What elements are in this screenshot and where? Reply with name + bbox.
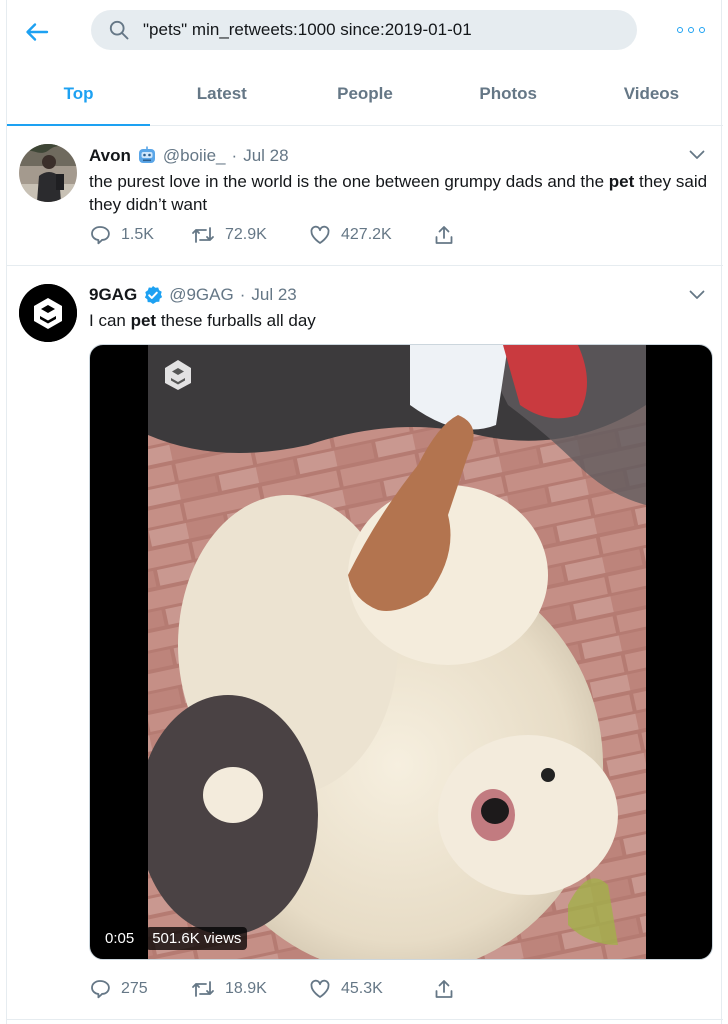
search-query[interactable]: "pets" min_retweets:1000 since:2019-01-0… (143, 20, 472, 40)
verified-badge-icon (143, 285, 163, 305)
avatar[interactable] (19, 144, 77, 202)
robot-emoji-icon (137, 146, 157, 166)
avatar[interactable] (19, 284, 77, 342)
share-icon (435, 226, 453, 244)
retweet-icon (192, 981, 214, 997)
share-button[interactable] (433, 224, 455, 246)
share-icon (435, 980, 453, 998)
tweet-actions: 275 18.9K 45.3K (89, 978, 455, 1000)
reply-icon (91, 980, 110, 999)
separator: · (231, 146, 238, 165)
tweet-actions: 1.5K 72.9K 427.2K (89, 224, 455, 246)
reply-button[interactable]: 1.5K (89, 224, 191, 246)
separator: · (239, 285, 246, 304)
tab-videos[interactable]: Videos (580, 62, 723, 125)
tab-latest[interactable]: Latest (150, 62, 293, 125)
chevron-down-icon[interactable] (689, 150, 705, 160)
like-button[interactable]: 427.2K (309, 224, 433, 246)
video-player[interactable]: 0:05 501.6K views (89, 344, 713, 960)
tab-photos[interactable]: Photos (437, 62, 580, 125)
retweet-button[interactable]: 72.9K (191, 224, 309, 246)
search-header: "pets" min_retweets:1000 since:2019-01-0… (7, 0, 723, 62)
search-tabs: Top Latest People Photos Videos (7, 62, 723, 126)
heart-icon (310, 225, 330, 244)
tweet-header: Avon @boiie_ · Jul 28 (89, 146, 289, 166)
tweet-text: I can pet these furballs all day (89, 311, 316, 330)
video-views: 501.6K views (146, 927, 248, 950)
like-button[interactable]: 45.3K (309, 978, 433, 1000)
reply-icon (91, 226, 110, 245)
search-icon (109, 20, 129, 40)
tweet-date[interactable]: Jul 28 (243, 146, 288, 166)
author-handle[interactable]: @boiie_ (163, 146, 226, 166)
video-duration: 0:05 (99, 927, 141, 950)
share-button[interactable] (433, 978, 455, 1000)
video-info: 0:05 501.6K views (99, 927, 248, 950)
tab-people[interactable]: People (293, 62, 436, 125)
tweet[interactable]: 9GAG @9GAG · Jul 23 I can pet these furb… (7, 266, 723, 1020)
heart-icon (310, 979, 330, 998)
tweet-date[interactable]: Jul 23 (251, 285, 296, 305)
tweet-text: the purest love in the world is the one … (89, 172, 708, 214)
more-options-icon[interactable] (677, 20, 705, 40)
retweet-button[interactable]: 18.9K (191, 978, 309, 1000)
author-name[interactable]: Avon (89, 146, 131, 166)
author-name[interactable]: 9GAG (89, 285, 137, 305)
page: "pets" min_retweets:1000 since:2019-01-0… (6, 0, 723, 1024)
reply-button[interactable]: 275 (89, 978, 191, 1000)
retweet-icon (192, 227, 214, 243)
search-bar[interactable]: "pets" min_retweets:1000 since:2019-01-0… (91, 10, 637, 50)
tweet-header: 9GAG @9GAG · Jul 23 (89, 285, 297, 305)
arrow-left-icon (26, 23, 49, 41)
chevron-down-icon[interactable] (689, 290, 705, 300)
author-handle[interactable]: @9GAG (169, 285, 234, 305)
video-frame[interactable] (148, 345, 646, 959)
tweet[interactable]: Avon @boiie_ · Jul 28 the purest love in… (7, 126, 723, 266)
back-button[interactable] (23, 18, 51, 46)
tab-top[interactable]: Top (7, 62, 151, 126)
